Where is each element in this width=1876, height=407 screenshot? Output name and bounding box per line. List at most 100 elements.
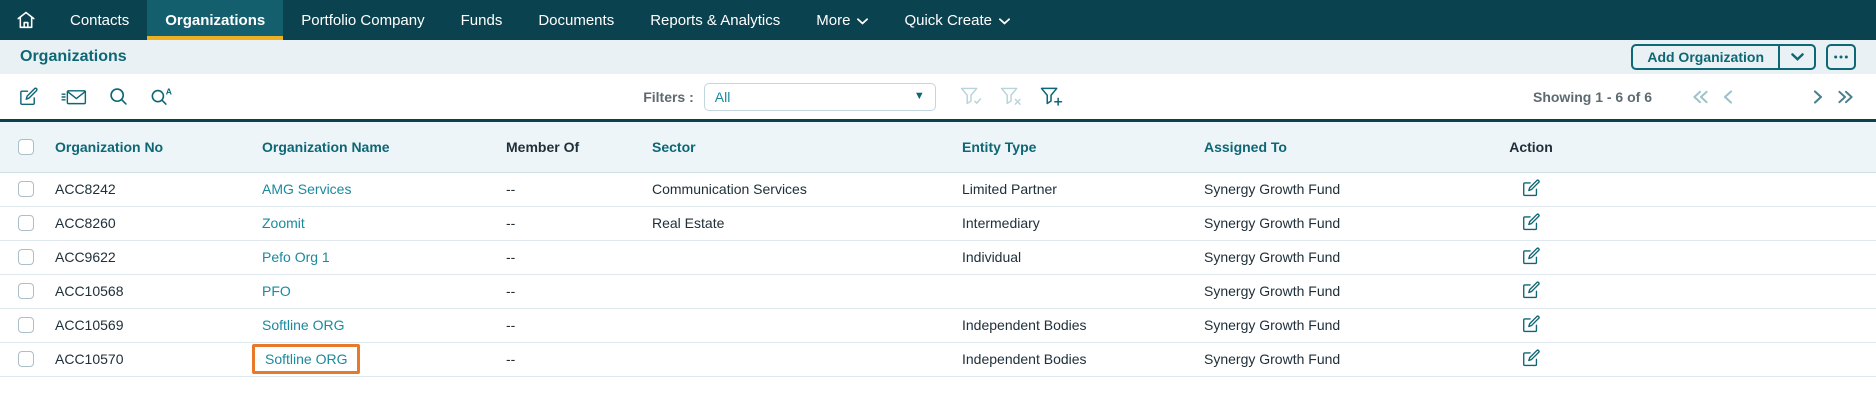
table-row: ACC8242 AMG Services -- Communication Se…: [0, 172, 1876, 207]
org-name-link[interactable]: Softline ORG: [252, 344, 361, 374]
sector-cell: [641, 308, 951, 343]
filters-group: Filters : All ▼: [643, 82, 1063, 111]
advanced-search-icon[interactable]: A: [150, 87, 173, 106]
prev-page-icon[interactable]: [1723, 89, 1733, 104]
column-header-assigned-to[interactable]: Assigned To: [1193, 122, 1493, 173]
assigned-to-cell: Synergy Growth Fund: [1193, 308, 1493, 343]
org-name-link[interactable]: PFO: [262, 283, 291, 299]
row-filler: [1569, 240, 1876, 275]
pagination: Showing 1 - 6 of 6: [1533, 89, 1854, 105]
header-filler: [1569, 122, 1876, 173]
home-button[interactable]: [0, 0, 52, 40]
sector-cell: [641, 240, 951, 275]
edit-row-icon[interactable]: [1521, 246, 1541, 266]
last-page-icon[interactable]: [1837, 90, 1854, 104]
compose-icon[interactable]: [18, 86, 39, 107]
assigned-to-cell: Synergy Growth Fund: [1193, 274, 1493, 309]
page-header: Organizations Add Organization: [0, 40, 1876, 74]
assigned-to-cell: Synergy Growth Fund: [1193, 240, 1493, 275]
org-name-cell: Softline ORG: [251, 342, 495, 377]
table-row: ACC10569 Softline ORG -- Independent Bod…: [0, 308, 1876, 343]
column-header-org-name[interactable]: Organization Name: [251, 122, 495, 173]
org-name-link[interactable]: Pefo Org 1: [262, 249, 330, 265]
nav-item-reports-analytics[interactable]: Reports & Analytics: [632, 0, 798, 40]
row-checkbox[interactable]: [18, 249, 34, 265]
filters-dropdown[interactable]: All ▼: [703, 82, 936, 111]
entity-type-cell: Independent Bodies: [951, 308, 1193, 343]
sector-cell: [641, 274, 951, 309]
top-navbar: Contacts Organizations Portfolio Company…: [0, 0, 1876, 40]
column-header-action: Action: [1493, 122, 1569, 173]
nav-item-funds[interactable]: Funds: [443, 0, 521, 40]
ellipsis-icon: [1834, 55, 1848, 59]
add-organization-split-button: Add Organization: [1631, 44, 1816, 70]
nav-item-organizations[interactable]: Organizations: [147, 0, 284, 40]
org-name-cell: Zoomit: [251, 206, 495, 241]
chevron-down-icon: [857, 17, 869, 25]
select-all-checkbox[interactable]: [18, 138, 34, 155]
row-checkbox[interactable]: [18, 283, 34, 299]
org-name-link[interactable]: AMG Services: [262, 181, 351, 197]
first-page-icon[interactable]: [1692, 90, 1709, 104]
nav-item-quick-create[interactable]: Quick Create: [886, 0, 1028, 40]
member-of-cell: --: [495, 308, 641, 343]
assigned-to-cell: Synergy Growth Fund: [1193, 342, 1493, 377]
row-checkbox[interactable]: [18, 317, 34, 333]
row-filler: [1569, 342, 1876, 377]
add-organization-button[interactable]: Add Organization: [1633, 46, 1778, 68]
svg-text:A: A: [166, 87, 172, 96]
org-no-cell: ACC10570: [44, 342, 251, 377]
toolbar-icons: A: [18, 86, 173, 107]
org-no-cell: ACC8242: [44, 172, 251, 207]
nav-item-contacts[interactable]: Contacts: [52, 0, 147, 40]
column-header-sector[interactable]: Sector: [641, 122, 951, 173]
table-row: ACC8260 Zoomit -- Real Estate Intermedia…: [0, 206, 1876, 241]
column-header-entity-type[interactable]: Entity Type: [951, 122, 1193, 173]
header-actions: Add Organization: [1631, 44, 1856, 70]
column-header-org-no[interactable]: Organization No: [44, 122, 251, 173]
email-icon[interactable]: [61, 88, 87, 106]
row-checkbox[interactable]: [18, 351, 34, 367]
entity-type-cell: Individual: [951, 240, 1193, 275]
edit-row-icon[interactable]: [1521, 314, 1541, 334]
org-name-link[interactable]: Zoomit: [262, 215, 305, 231]
table-row: ACC10570 Softline ORG -- Independent Bod…: [0, 342, 1876, 377]
member-of-cell: --: [495, 274, 641, 309]
column-header-member-of[interactable]: Member Of: [495, 122, 641, 173]
row-filler: [1569, 274, 1876, 309]
table-row: ACC10568 PFO -- Synergy Growth Fund: [0, 274, 1876, 309]
edit-row-icon[interactable]: [1521, 178, 1541, 198]
filter-applied-icon: [960, 87, 983, 106]
table-row: ACC9622 Pefo Org 1 -- Individual Synergy…: [0, 240, 1876, 275]
nav-item-label: Reports & Analytics: [650, 11, 781, 29]
org-name-cell: Softline ORG: [251, 308, 495, 343]
showing-count: Showing 1 - 6 of 6: [1532, 88, 1652, 105]
home-icon: [17, 11, 35, 29]
nav-item-portfolio-company[interactable]: Portfolio Company: [283, 0, 442, 40]
filters-label: Filters :: [643, 88, 694, 105]
row-checkbox[interactable]: [18, 181, 34, 197]
nav-item-more[interactable]: More: [798, 0, 886, 40]
member-of-cell: --: [495, 206, 641, 241]
row-checkbox[interactable]: [18, 215, 34, 231]
organizations-table: Organization No Organization Name Member O…: [0, 122, 1876, 377]
edit-row-icon[interactable]: [1521, 212, 1541, 232]
search-icon[interactable]: [109, 87, 128, 106]
filter-add-icon[interactable]: [1040, 87, 1063, 106]
row-filler: [1569, 172, 1876, 207]
nav-item-documents[interactable]: Documents: [520, 0, 632, 40]
nav-item-label: More: [816, 11, 851, 29]
assigned-to-cell: Synergy Growth Fund: [1193, 172, 1493, 207]
filter-icons: [960, 87, 1063, 106]
org-name-cell: AMG Services: [251, 172, 495, 207]
nav-item-label: Funds: [460, 11, 503, 29]
filters-dropdown-value: All: [714, 88, 731, 105]
org-name-link[interactable]: Softline ORG: [262, 317, 344, 333]
next-page-icon[interactable]: [1813, 89, 1823, 104]
nav-item-label: Organizations: [165, 11, 266, 29]
edit-row-icon[interactable]: [1521, 280, 1541, 300]
entity-type-cell: Limited Partner: [951, 172, 1193, 207]
add-organization-dropdown-button[interactable]: [1778, 46, 1814, 68]
edit-row-icon[interactable]: [1521, 348, 1541, 368]
more-actions-button[interactable]: [1826, 44, 1856, 70]
